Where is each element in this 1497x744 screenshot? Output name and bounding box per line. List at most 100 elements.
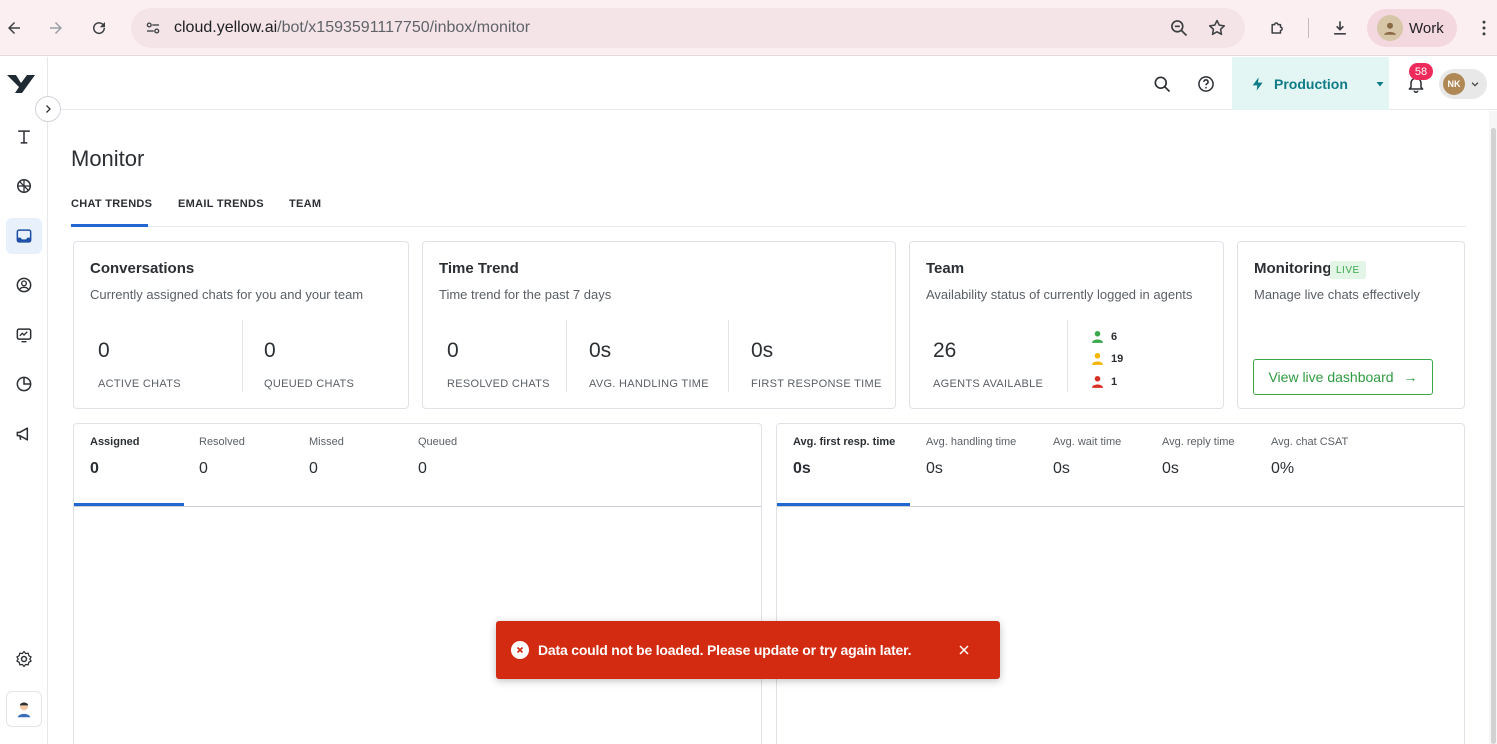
tab-avg-handling-time[interactable]: Avg. handling time 0s bbox=[926, 436, 1016, 478]
site-info-button[interactable] bbox=[139, 14, 167, 42]
metric-divider bbox=[566, 320, 567, 392]
sidebar-item-users[interactable] bbox=[6, 267, 42, 303]
agents-busy-count: 1 bbox=[1092, 375, 1117, 388]
star-icon bbox=[1208, 19, 1226, 36]
metric-divider bbox=[242, 320, 243, 392]
inbox-icon bbox=[16, 229, 32, 243]
gear-icon bbox=[16, 650, 32, 668]
team-card: Team Availability status of currently lo… bbox=[909, 241, 1224, 409]
brain-icon bbox=[17, 179, 31, 193]
address-bar[interactable]: cloud.yellow.ai/bot/x1593591117750/inbox… bbox=[131, 8, 1245, 48]
downloads-button[interactable] bbox=[1326, 14, 1354, 42]
metric-divider bbox=[1067, 320, 1068, 392]
tab-value: 0 bbox=[199, 460, 208, 477]
tab-team[interactable]: TEAM bbox=[289, 198, 321, 210]
tab-avg-chat-csat[interactable]: Avg. chat CSAT 0% bbox=[1271, 436, 1348, 478]
reload-icon bbox=[93, 22, 106, 35]
tab-resolved[interactable]: Resolved 0 bbox=[199, 436, 245, 478]
tab-label: Assigned bbox=[90, 436, 140, 448]
chat-stats-tabs: Assigned 0 Resolved 0 Missed 0 Queued 0 bbox=[74, 424, 761, 507]
agent-count: 1 bbox=[1111, 375, 1118, 388]
sidebar-item-engage[interactable] bbox=[6, 317, 42, 353]
card-subtitle: Manage live chats effectively bbox=[1254, 287, 1420, 302]
tab-label: Avg. reply time bbox=[1162, 436, 1235, 448]
sidebar-item-build[interactable] bbox=[6, 119, 42, 155]
agents-available-value: 26 bbox=[933, 339, 957, 362]
agent-count: 19 bbox=[1111, 352, 1124, 365]
megaphone-icon bbox=[16, 427, 29, 441]
tab-avg-wait-time[interactable]: Avg. wait time 0s bbox=[1053, 436, 1121, 478]
puzzle-icon bbox=[1271, 22, 1283, 34]
resolved-chats-label: RESOLVED CHATS bbox=[447, 378, 550, 390]
view-live-dashboard-button[interactable]: View live dashboard → bbox=[1253, 359, 1433, 395]
global-search-button[interactable] bbox=[1149, 71, 1175, 97]
browser-toolbar: cloud.yellow.ai/bot/x1593591117750/inbox… bbox=[0, 0, 1497, 56]
help-button[interactable] bbox=[1193, 71, 1219, 97]
app-header: Production 58 NK bbox=[49, 57, 1497, 110]
tab-queued[interactable]: Queued 0 bbox=[418, 436, 457, 478]
extensions-button[interactable] bbox=[1264, 14, 1292, 42]
card-title: Team bbox=[926, 260, 965, 277]
sidebar-item-insights[interactable] bbox=[6, 366, 42, 402]
agents-available-label: AGENTS AVAILABLE bbox=[933, 378, 1044, 390]
metric-divider bbox=[728, 320, 729, 392]
arrow-right-icon: → bbox=[1403, 369, 1418, 385]
queued-chats-label: QUEUED CHATS bbox=[264, 378, 355, 390]
yellow-ai-logo-icon bbox=[7, 75, 35, 93]
sidebar-collapse-button[interactable] bbox=[35, 96, 61, 122]
page-scrollbar-thumb[interactable] bbox=[1491, 128, 1496, 744]
chart-box-icon bbox=[16, 328, 32, 343]
tab-email-trends[interactable]: EMAIL TRENDS bbox=[178, 198, 264, 210]
url-path: /bot/x1593591117750/inbox/monitor bbox=[277, 19, 531, 36]
tab-avg-reply-time[interactable]: Avg. reply time 0s bbox=[1162, 436, 1235, 478]
time-stats-panel: Avg. first resp. time 0s Avg. handling t… bbox=[776, 423, 1465, 744]
tab-label: Avg. wait time bbox=[1053, 436, 1122, 448]
reload-button[interactable] bbox=[85, 12, 113, 44]
tab-label: Queued bbox=[418, 436, 458, 448]
chevron-down-icon bbox=[1471, 82, 1479, 87]
tab-chat-trends[interactable]: CHAT TRENDS bbox=[71, 198, 152, 210]
tab-assigned[interactable]: Assigned 0 bbox=[90, 436, 140, 478]
tab-label: Avg. handling time bbox=[926, 436, 1017, 448]
toast-close-button[interactable] bbox=[954, 640, 974, 660]
sidebar-item-agent-profile[interactable] bbox=[6, 691, 42, 727]
forward-button[interactable] bbox=[42, 12, 70, 44]
sidebar-item-campaigns[interactable] bbox=[6, 416, 42, 452]
user-circle-icon bbox=[16, 277, 32, 293]
card-subtitle: Time trend for the past 7 days bbox=[439, 287, 612, 302]
browser-menu-button[interactable] bbox=[1470, 14, 1497, 42]
chevron-right-icon bbox=[46, 105, 51, 113]
conversations-card: Conversations Currently assigned chats f… bbox=[73, 241, 409, 409]
sidebar-item-automation[interactable] bbox=[6, 168, 42, 204]
avg-handling-time-label: AVG. HANDLING TIME bbox=[589, 378, 709, 390]
user-menu-button[interactable]: NK bbox=[1439, 69, 1487, 99]
back-button[interactable] bbox=[0, 12, 28, 44]
tab-value: 0 bbox=[309, 460, 318, 477]
tab-value: 0s bbox=[793, 460, 811, 477]
tab-value: 0s bbox=[1162, 460, 1179, 477]
help-icon bbox=[1198, 76, 1214, 92]
agent-available-icon bbox=[1092, 331, 1103, 343]
page-title: Monitor bbox=[71, 146, 145, 171]
tab-label: Avg. chat CSAT bbox=[1271, 436, 1349, 448]
sidebar-item-inbox[interactable] bbox=[6, 218, 42, 254]
bookmark-button[interactable] bbox=[1205, 16, 1229, 40]
error-circle-icon bbox=[511, 641, 529, 659]
tab-value: 0% bbox=[1271, 460, 1295, 477]
tab-label: Avg. first resp. time bbox=[793, 436, 896, 448]
queued-chats-value: 0 bbox=[264, 339, 276, 362]
tab-value: 0s bbox=[926, 460, 943, 477]
sidebar-item-settings[interactable] bbox=[6, 641, 42, 677]
profile-button[interactable]: Work bbox=[1367, 9, 1457, 47]
time-trend-card: Time Trend Time trend for the past 7 day… bbox=[422, 241, 896, 409]
active-tab-indicator bbox=[71, 224, 148, 227]
tab-avg-first-response-time[interactable]: Avg. first resp. time 0s bbox=[793, 436, 895, 478]
zoom-button[interactable] bbox=[1167, 16, 1191, 40]
environment-label: Production bbox=[1274, 75, 1348, 92]
resolved-chats-value: 0 bbox=[447, 339, 459, 362]
tab-missed[interactable]: Missed 0 bbox=[309, 436, 344, 478]
caret-down-icon bbox=[1376, 81, 1384, 86]
zoom-out-icon bbox=[1171, 20, 1188, 37]
environment-switcher[interactable]: Production bbox=[1232, 57, 1389, 110]
pie-chart-icon bbox=[16, 376, 32, 392]
